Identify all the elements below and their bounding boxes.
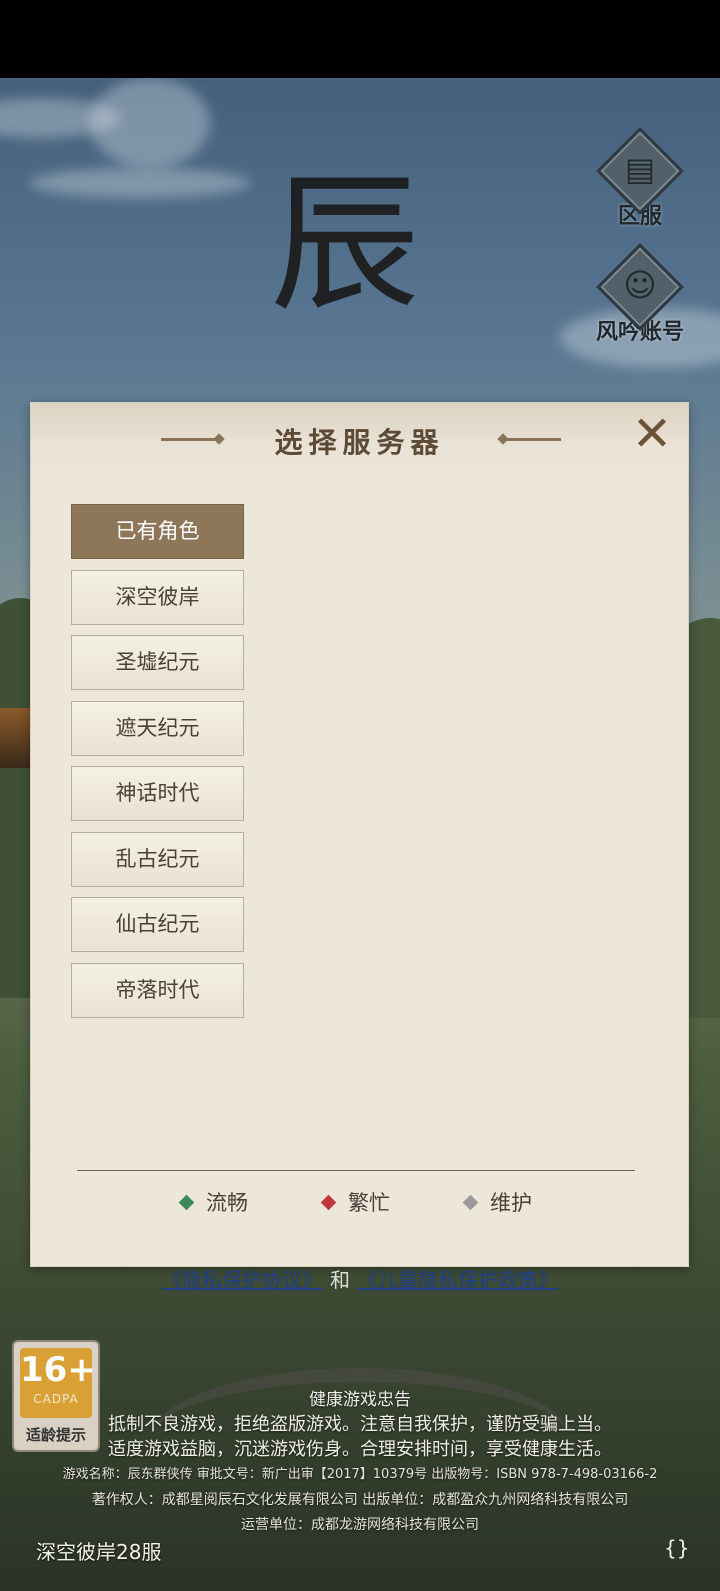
gate-icon: ▤ bbox=[624, 150, 656, 188]
health-notice-line2: 适度游戏益脑，沉迷游戏伤身。合理安排时间，享受健康生活。 bbox=[108, 1439, 612, 1460]
diamond-red-icon bbox=[320, 1194, 337, 1211]
server-category-existing-roles[interactable]: 已有角色 bbox=[71, 504, 244, 559]
privacy-policy-link[interactable]: 《隐私保护协议》 bbox=[162, 1268, 322, 1292]
child-privacy-link[interactable]: 《儿童隐私保护政策》 bbox=[358, 1268, 558, 1292]
server-select-dialog: 选择服务器 ✕ 已有角色 深空彼岸 圣墟纪元 遮天纪元 神话时代 乱古纪元 仙古… bbox=[31, 403, 688, 1266]
privacy-and: 和 bbox=[330, 1268, 350, 1292]
health-notice-title: 健康游戏忠告 bbox=[309, 1390, 411, 1410]
legend-maintenance: 维护 bbox=[462, 1187, 532, 1217]
dialog-header: 选择服务器 ✕ bbox=[31, 403, 688, 483]
copyright-line: 著作权人：成都星阅辰石文化发展有限公司 出版单位：成都盈众九州网络科技有限公司 bbox=[91, 1492, 629, 1508]
avatar-icon: ☺ bbox=[623, 266, 657, 304]
server-category-2[interactable]: 圣墟纪元 bbox=[71, 635, 244, 690]
server-category-6[interactable]: 仙古纪元 bbox=[71, 897, 244, 952]
server-category-3[interactable]: 遮天纪元 bbox=[71, 700, 244, 756]
title-ornament-right bbox=[503, 438, 561, 441]
server-zone-button[interactable]: ▤ 区服 bbox=[590, 127, 690, 230]
server-category-list: 已有角色 深空彼岸 圣墟纪元 遮天纪元 神话时代 乱古纪元 仙古纪元 帝落时代 bbox=[71, 504, 244, 1028]
legend-divider bbox=[77, 1170, 635, 1171]
server-category-7[interactable]: 帝落时代 bbox=[71, 962, 244, 1018]
diamond-green-icon bbox=[178, 1194, 195, 1211]
current-server-label[interactable]: 深空彼岸28服 bbox=[36, 1536, 161, 1565]
diamond-gray-icon bbox=[462, 1194, 479, 1211]
health-notice-line1: 抵制不良游戏，拒绝盗版游戏。注意自我保护，谨防受骗上当。 bbox=[108, 1414, 612, 1435]
server-category-5[interactable]: 乱古纪元 bbox=[71, 831, 244, 887]
privacy-links: 《隐私保护协议》和《儿童隐私保护政策》 bbox=[0, 1264, 720, 1293]
legend-smooth: 流畅 bbox=[178, 1187, 248, 1217]
close-icon[interactable]: ✕ bbox=[627, 409, 677, 459]
server-category-4[interactable]: 神话时代 bbox=[71, 766, 244, 821]
dialog-title: 选择服务器 bbox=[274, 426, 445, 459]
license-info-line: 游戏名称：辰东群侠传 审批文号：新广出审【2017】10379号 出版物号：IS… bbox=[62, 1467, 658, 1482]
account-button[interactable]: ☺ 风吟账号 bbox=[590, 243, 690, 346]
operator-line: 运营单位：成都龙游网络科技有限公司 bbox=[241, 1517, 479, 1533]
legend-busy: 繁忙 bbox=[320, 1187, 390, 1217]
status-bar bbox=[0, 0, 720, 78]
server-category-1[interactable]: 深空彼岸 bbox=[71, 569, 244, 625]
game-logo: 辰 bbox=[270, 158, 421, 332]
brace-icon[interactable]: {} bbox=[664, 1536, 689, 1560]
